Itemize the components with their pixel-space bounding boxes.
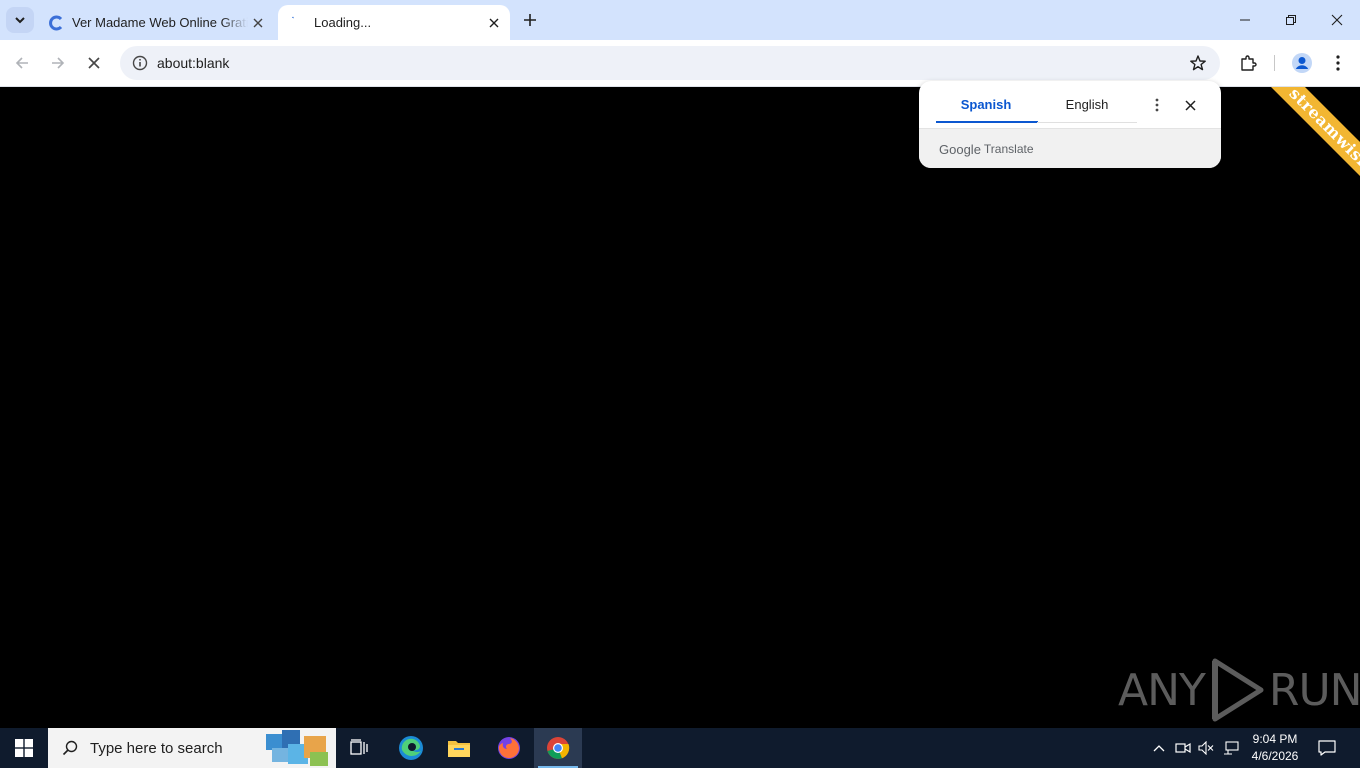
meet-now-button[interactable] [1173,738,1193,758]
more-vert-icon [1336,55,1340,71]
selected-indicator [936,121,1038,123]
tab-underline [1037,122,1137,123]
show-hidden-icons-button[interactable] [1149,738,1169,758]
watermark-text: RUN [1268,664,1360,716]
speaker-muted-icon [1198,741,1214,755]
tab-search-button[interactable] [6,7,34,33]
network-icon [1224,741,1239,755]
folder-icon [448,741,470,757]
taskbar-file-explorer[interactable] [435,728,483,768]
arrow-right-icon [52,57,65,69]
close-icon [88,57,100,69]
taskbar-chrome[interactable] [534,728,582,768]
chevron-up-icon [1153,745,1165,752]
task-view-button[interactable] [336,728,384,768]
notification-icon [1318,740,1336,756]
tab-madame-web[interactable]: Ver Madame Web Online Gratis [40,5,274,40]
bookmark-star-icon[interactable] [1186,51,1210,75]
loading-spinner-icon [290,15,306,31]
taskbar-search-box[interactable]: Type here to search [48,728,336,768]
streamwish-ribbon[interactable]: streamwish [1257,87,1360,202]
stop-loading-button[interactable] [79,48,109,78]
firefox-icon [498,737,520,759]
browser-toolbar: about:blank [0,40,1360,87]
puzzle-icon [1241,55,1257,71]
close-icon [1184,99,1196,111]
close-window-button[interactable] [1314,0,1360,40]
clock-time: 9:04 PM [1252,732,1298,746]
plus-icon [524,14,536,26]
browser-menu-button[interactable] [1323,48,1353,78]
translate-footer: Google Translate [919,128,1221,168]
extensions-button[interactable] [1233,48,1263,78]
system-clock[interactable]: 9:04 PM 4/6/2026 [1246,731,1304,765]
url-text[interactable]: about:blank [157,55,229,71]
notifications-button[interactable] [1314,736,1340,760]
tab-title: Loading... [314,15,372,30]
page-content[interactable]: streamwish ANY RUN [0,87,1360,728]
clock-date: 4/6/2026 [1251,749,1299,763]
chevron-down-icon [15,17,25,24]
minimize-icon [1240,19,1250,21]
tab-target-language[interactable]: English [1037,97,1137,123]
translate-close-button[interactable] [1180,93,1200,117]
task-view-icon [350,739,368,755]
taskbar-firefox[interactable] [485,728,533,768]
info-icon[interactable] [128,51,152,75]
chrome-icon [547,737,570,759]
tab-source-language[interactable]: Spanish [936,97,1038,123]
restore-icon [1286,15,1296,25]
tab-title: Ver Madame Web Online Gratis [72,15,248,30]
search-icon [62,740,78,756]
watermark-text: ANY [1118,664,1206,716]
play-icon [1211,658,1264,722]
google-logo: Google [939,141,981,157]
windows-taskbar: Type here to search 9:04 PM 4/6/2026 [0,728,1360,768]
close-icon [1331,14,1343,26]
restore-button[interactable] [1268,0,1314,40]
search-placeholder: Type here to search [90,739,223,757]
new-tab-button[interactable] [518,8,542,32]
address-bar[interactable]: about:blank [120,46,1220,80]
minimize-button[interactable] [1222,0,1268,40]
taskbar-edge[interactable] [387,728,435,768]
language-label: English [1065,97,1109,112]
tab-loading[interactable]: Loading... [278,5,510,40]
anyrun-watermark: ANY RUN [1118,657,1360,723]
forward-button[interactable] [43,48,73,78]
avatar-icon [1292,53,1312,73]
camera-icon [1175,742,1191,754]
arrow-left-icon [15,57,28,69]
translate-brand-label: Translate [983,142,1034,156]
language-label: Spanish [960,97,1012,112]
windows-logo-icon [15,739,33,757]
volume-button[interactable] [1196,738,1216,758]
search-highlight-puzzle-icon [266,730,328,766]
profile-button[interactable] [1287,48,1317,78]
more-vert-icon [1155,98,1159,112]
language-tabs: Spanish English [936,81,1138,129]
close-icon[interactable] [248,13,268,33]
translate-options-button[interactable] [1147,93,1167,117]
toolbar-divider [1274,55,1275,71]
translate-popup: Spanish English Google Translate [919,81,1221,168]
close-icon[interactable] [484,13,504,33]
start-button[interactable] [0,728,48,768]
cuevana-icon [48,15,64,31]
back-button[interactable] [7,48,37,78]
tab-strip: Ver Madame Web Online Gratis Loading... [0,0,1360,40]
edge-icon [399,736,423,760]
network-button[interactable] [1221,738,1241,758]
